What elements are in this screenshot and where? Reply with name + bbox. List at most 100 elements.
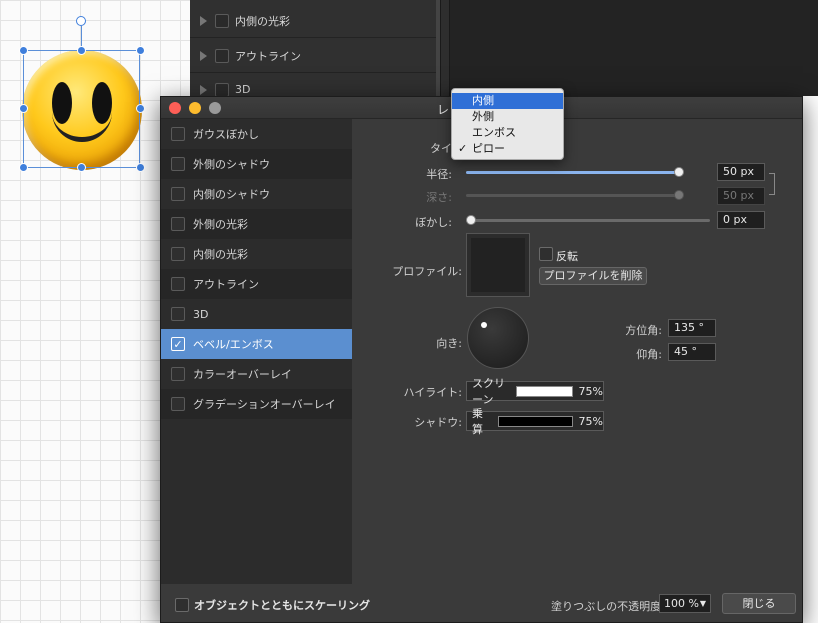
checkmark-icon: ✓ bbox=[458, 142, 468, 155]
type-option-label: 内側 bbox=[472, 94, 494, 107]
bg-row-outline[interactable]: アウトライン bbox=[190, 39, 440, 73]
shadow-label: シャドウ: bbox=[414, 416, 462, 429]
bg-row-inner-glow[interactable]: 内側の光彩 bbox=[190, 4, 440, 38]
bg-row-label: 3D bbox=[235, 83, 251, 96]
radius-label: 半径: bbox=[426, 168, 452, 181]
direction-dial-indicator[interactable] bbox=[481, 322, 487, 328]
disclosure-triangle-icon[interactable] bbox=[200, 50, 207, 61]
effect-label: 3D bbox=[193, 307, 209, 321]
effect-item-outer-shadow[interactable]: 外側のシャドウ bbox=[161, 149, 352, 179]
resize-handle-bottom[interactable] bbox=[77, 163, 86, 172]
azimuth-field[interactable]: 135 ° bbox=[668, 319, 716, 337]
elevation-label: 仰角: bbox=[636, 348, 662, 361]
scale-with-object-label: オブジェクトとともにスケーリング bbox=[194, 599, 370, 612]
fill-opacity-select[interactable]: 100 % ▼ bbox=[659, 594, 711, 613]
type-option-pillow[interactable]: ✓ ピロー bbox=[452, 141, 563, 157]
effect-checkbox[interactable] bbox=[171, 127, 185, 141]
effect-checkbox[interactable] bbox=[171, 397, 185, 411]
delete-profile-button[interactable]: プロファイルを削除 bbox=[539, 267, 647, 285]
effect-checkbox-checked[interactable]: ✓ bbox=[171, 337, 185, 351]
resize-handle-right[interactable] bbox=[136, 104, 145, 113]
blur-slider-track[interactable] bbox=[466, 219, 710, 222]
radius-field[interactable]: 50 px bbox=[717, 163, 765, 181]
effect-checkbox[interactable] bbox=[171, 187, 185, 201]
direction-dial[interactable] bbox=[467, 307, 529, 369]
bg-row-checkbox[interactable] bbox=[215, 48, 229, 63]
type-option-emboss[interactable]: エンボス bbox=[452, 125, 563, 141]
effect-checkbox[interactable] bbox=[171, 277, 185, 291]
invert-checkbox[interactable] bbox=[539, 247, 553, 261]
effect-item-gaussian-blur[interactable]: ガウスぼかし bbox=[161, 119, 352, 149]
shadow-field[interactable]: 乗算 75% bbox=[466, 407, 604, 436]
blur-field[interactable]: 0 px bbox=[717, 211, 765, 229]
layer-effects-dialog: レ ガウスぼかし 外側のシャドウ 内側のシャドウ 外側の光彩 内側の光彩 アウト… bbox=[160, 96, 803, 623]
scale-with-object-option[interactable]: オブジェクトとともにスケーリング bbox=[175, 597, 370, 613]
highlight-label: ハイライト: bbox=[403, 386, 463, 399]
background-dark-area bbox=[440, 0, 818, 96]
effect-checkbox[interactable] bbox=[171, 217, 185, 231]
resize-handle-bottom-right[interactable] bbox=[136, 163, 145, 172]
fill-opacity-label: 塗りつぶしの不透明度: bbox=[551, 600, 665, 613]
effect-item-inner-shadow[interactable]: 内側のシャドウ bbox=[161, 179, 352, 209]
effect-label: 内側の光彩 bbox=[193, 248, 248, 261]
profile-preview[interactable] bbox=[466, 233, 530, 297]
type-option-outer[interactable]: 外側 bbox=[452, 109, 563, 125]
effect-label: アウトライン bbox=[193, 278, 259, 291]
disclosure-triangle-icon[interactable] bbox=[200, 15, 207, 26]
effect-item-outline[interactable]: アウトライン bbox=[161, 269, 352, 299]
highlight-color-swatch[interactable] bbox=[516, 385, 573, 397]
resize-handle-bottom-left[interactable] bbox=[19, 163, 28, 172]
effect-checkbox[interactable] bbox=[171, 367, 185, 381]
type-label: タイ bbox=[430, 142, 452, 155]
minimize-window-icon[interactable] bbox=[189, 102, 201, 114]
highlight-field[interactable]: スクリーン 75% bbox=[466, 377, 604, 406]
close-window-icon[interactable] bbox=[169, 102, 181, 114]
radius-slider-knob[interactable] bbox=[674, 167, 684, 177]
shadow-color-swatch[interactable] bbox=[497, 415, 573, 427]
zoom-window-icon bbox=[209, 102, 221, 114]
azimuth-label: 方位角: bbox=[625, 324, 662, 337]
effect-item-inner-glow[interactable]: 内側の光彩 bbox=[161, 239, 352, 269]
fill-opacity-value: 100 % bbox=[664, 597, 699, 610]
highlight-mode: スクリーン bbox=[472, 377, 505, 406]
effect-checkbox[interactable] bbox=[171, 307, 185, 321]
type-option-label: エンボス bbox=[472, 126, 516, 139]
effect-checkbox[interactable] bbox=[171, 157, 185, 171]
resize-handle-left[interactable] bbox=[19, 104, 28, 113]
scale-with-object-checkbox[interactable] bbox=[175, 598, 189, 612]
close-button[interactable]: 閉じる bbox=[722, 593, 796, 614]
effect-item-3d[interactable]: 3D bbox=[161, 299, 352, 329]
effect-label: ガウスぼかし bbox=[193, 128, 259, 141]
effect-item-bevel-emboss[interactable]: ✓ ベベル/エンボス bbox=[161, 329, 352, 359]
blur-label: ぼかし: bbox=[415, 216, 452, 229]
effect-item-gradient-overlay[interactable]: グラデーションオーバーレイ bbox=[161, 389, 352, 419]
blur-slider-knob[interactable] bbox=[466, 215, 476, 225]
bg-row-label: アウトライン bbox=[235, 49, 301, 63]
effect-item-outer-glow[interactable]: 外側の光彩 bbox=[161, 209, 352, 239]
effect-label: 内側のシャドウ bbox=[193, 188, 270, 201]
disclosure-triangle-icon[interactable] bbox=[200, 84, 207, 95]
type-dropdown-menu[interactable]: 内側 外側 エンボス ✓ ピロー bbox=[451, 88, 564, 160]
chevron-down-icon: ▼ bbox=[699, 599, 706, 608]
depth-slider-track bbox=[466, 194, 680, 197]
direction-label: 向き: bbox=[436, 337, 462, 350]
effect-label: 外側のシャドウ bbox=[193, 158, 270, 171]
link-chain-icon[interactable] bbox=[769, 173, 775, 195]
elevation-field[interactable]: 45 ° bbox=[668, 343, 716, 361]
effect-checkbox[interactable] bbox=[171, 247, 185, 261]
effect-settings-panel: タイ 半径: 50 px 深さ: 50 px ぼかし: 0 px プロファイル:… bbox=[352, 119, 802, 584]
effect-item-color-overlay[interactable]: カラーオーバーレイ bbox=[161, 359, 352, 389]
shadow-mode: 乗算 bbox=[472, 407, 483, 436]
invert-label: 反転 bbox=[556, 250, 578, 263]
resize-handle-top-left[interactable] bbox=[19, 46, 28, 55]
resize-handle-top[interactable] bbox=[77, 46, 86, 55]
highlight-opacity: 75% bbox=[578, 384, 603, 398]
type-option-inner[interactable]: 内側 bbox=[452, 93, 563, 109]
bg-row-checkbox[interactable] bbox=[215, 13, 229, 28]
radius-slider-track[interactable] bbox=[466, 171, 680, 174]
rotation-handle[interactable] bbox=[76, 16, 86, 26]
resize-handle-top-right[interactable] bbox=[136, 46, 145, 55]
bg-row-checkbox[interactable] bbox=[215, 82, 229, 97]
effect-label: ベベル/エンボス bbox=[193, 338, 274, 351]
effect-label: グラデーションオーバーレイ bbox=[193, 398, 336, 411]
